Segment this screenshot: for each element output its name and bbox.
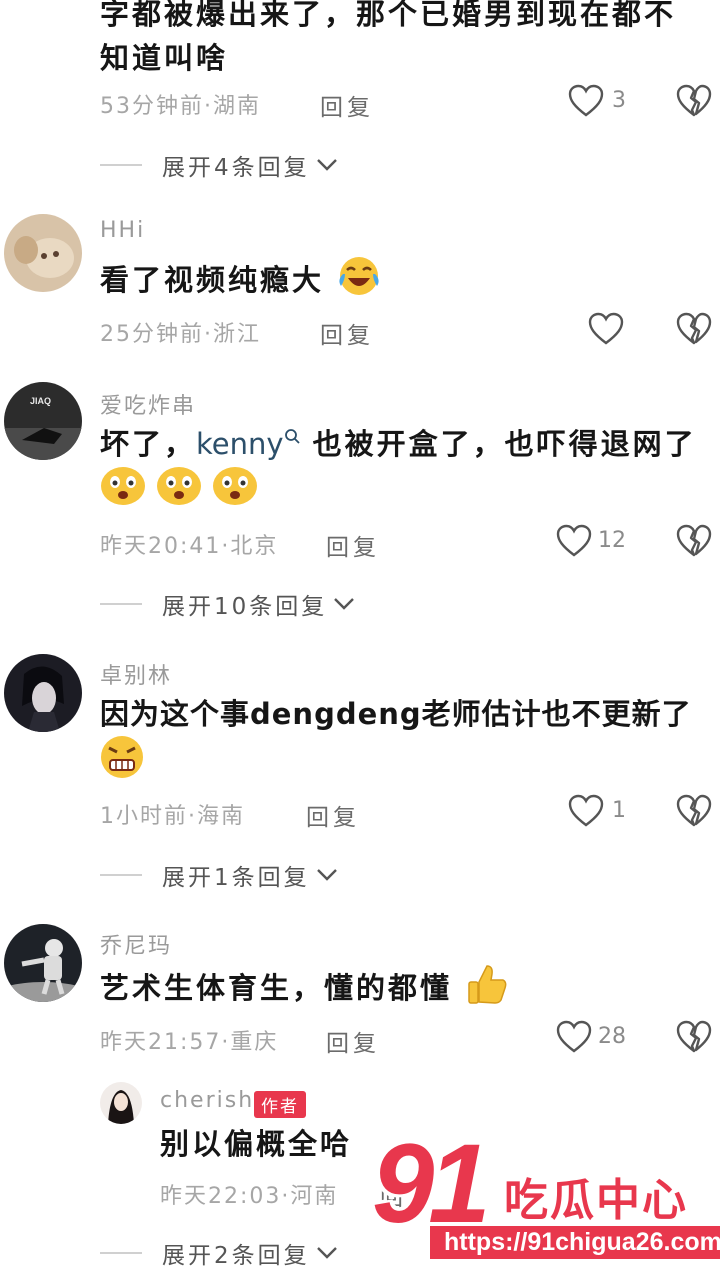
comment-meta: 53分钟前·湖南 [100, 94, 261, 119]
expand-label: 展开10条回复 [162, 594, 328, 620]
comment-meta: 昨天20:41·北京 [100, 534, 279, 559]
comment-body-before: 坏了， [100, 427, 197, 461]
reply-button[interactable]: 回复 [326, 1024, 380, 1058]
like-count: 12 [598, 528, 626, 553]
username[interactable]: 爱吃炸串 [100, 388, 196, 420]
chevron-down-icon [334, 598, 355, 610]
expand-replies[interactable]: 展开2条回复 [100, 1236, 338, 1270]
comment-meta: 昨天22:03·河南 [160, 1184, 339, 1209]
watermark: 91 吃瓜中心 https://91chigua26.com [372, 1121, 720, 1268]
watermark-url: https://91chigua26.com [430, 1226, 720, 1259]
like-icon[interactable] [556, 1020, 592, 1054]
like-icon[interactable] [556, 524, 592, 558]
expand-label: 展开1条回复 [162, 865, 310, 891]
like-icon[interactable] [568, 794, 604, 828]
like-count: 1 [612, 798, 626, 823]
avatar[interactable]: JIAQ [4, 382, 82, 460]
like-icon[interactable] [588, 312, 624, 346]
comment-text-line1: 字都被爆出来了，那个已婚男到现在都不 [100, 0, 677, 31]
watermark-name: 吃瓜中心 [504, 1175, 688, 1226]
avatar-label: JIAQ [30, 396, 51, 406]
like-count: 28 [598, 1024, 626, 1049]
like-icon[interactable] [568, 84, 604, 118]
comment-body: 艺术生体育生，懂的都懂 [100, 971, 453, 1005]
expand-line [100, 1252, 142, 1254]
mention-name: kenny [196, 427, 284, 461]
dislike-icon[interactable] [676, 794, 712, 828]
laugh-cry-emoji [337, 254, 381, 310]
comment-text: 坏了，kenny 也被开盒了，也吓得退网了 [100, 422, 697, 466]
comment-body-after: 也被开盒了，也吓得退网了 [312, 427, 697, 461]
dislike-icon[interactable] [676, 312, 712, 346]
avatar[interactable] [4, 214, 82, 292]
username[interactable]: HHi [100, 218, 145, 243]
chevron-down-icon [316, 869, 337, 881]
expand-label: 展开2条回复 [162, 1243, 310, 1269]
reply-button[interactable]: 回复 [306, 798, 360, 832]
comment-meta: 1小时前·海南 [100, 804, 245, 829]
expand-line [100, 164, 142, 166]
expand-replies[interactable]: 展开10条回复 [100, 587, 355, 621]
reply-button[interactable]: 回复 [326, 528, 380, 562]
reply-button[interactable]: 回复 [320, 88, 374, 122]
username[interactable]: 乔尼玛 [100, 928, 172, 960]
comment-text: 艺术生体育生，懂的都懂 [100, 962, 509, 1018]
avatar[interactable] [4, 654, 82, 732]
mention-link[interactable]: kenny [196, 427, 300, 461]
search-icon [284, 429, 300, 444]
dislike-icon[interactable] [676, 1020, 712, 1054]
avatar[interactable] [100, 1082, 142, 1124]
reply-button[interactable]: 回复 [320, 316, 374, 350]
chevron-down-icon [316, 1247, 337, 1259]
scared-emoji [98, 462, 260, 508]
dislike-icon[interactable] [676, 524, 712, 558]
comment-text: 别以偏概全哈 [160, 1127, 353, 1161]
like-count: 3 [612, 88, 626, 113]
expand-line [100, 603, 142, 605]
author-badge: 作者 [254, 1091, 306, 1118]
avatar[interactable] [4, 924, 82, 1002]
expand-label: 展开4条回复 [162, 155, 310, 181]
comment-text: 看了视频纯瘾大 [100, 254, 381, 310]
thumbs-up-emoji [465, 962, 509, 1018]
watermark-number: 91 [372, 1121, 491, 1246]
comment-meta: 25分钟前·浙江 [100, 322, 261, 347]
grimace-emoji [98, 734, 146, 784]
username[interactable]: 卓别林 [100, 658, 172, 690]
comment-body: 看了视频纯瘾大 [100, 263, 325, 297]
username[interactable]: cherish [160, 1088, 254, 1113]
expand-replies[interactable]: 展开1条回复 [100, 858, 338, 892]
expand-replies[interactable]: 展开4条回复 [100, 148, 338, 182]
dislike-icon[interactable] [676, 84, 712, 118]
comment-text-line2: 知道叫啥 [100, 41, 229, 75]
chevron-down-icon [316, 159, 337, 171]
expand-line [100, 874, 142, 876]
comment-meta: 昨天21:57·重庆 [100, 1030, 279, 1055]
comment-text: 因为这个事dengdeng老师估计也不更新了 [100, 697, 692, 731]
